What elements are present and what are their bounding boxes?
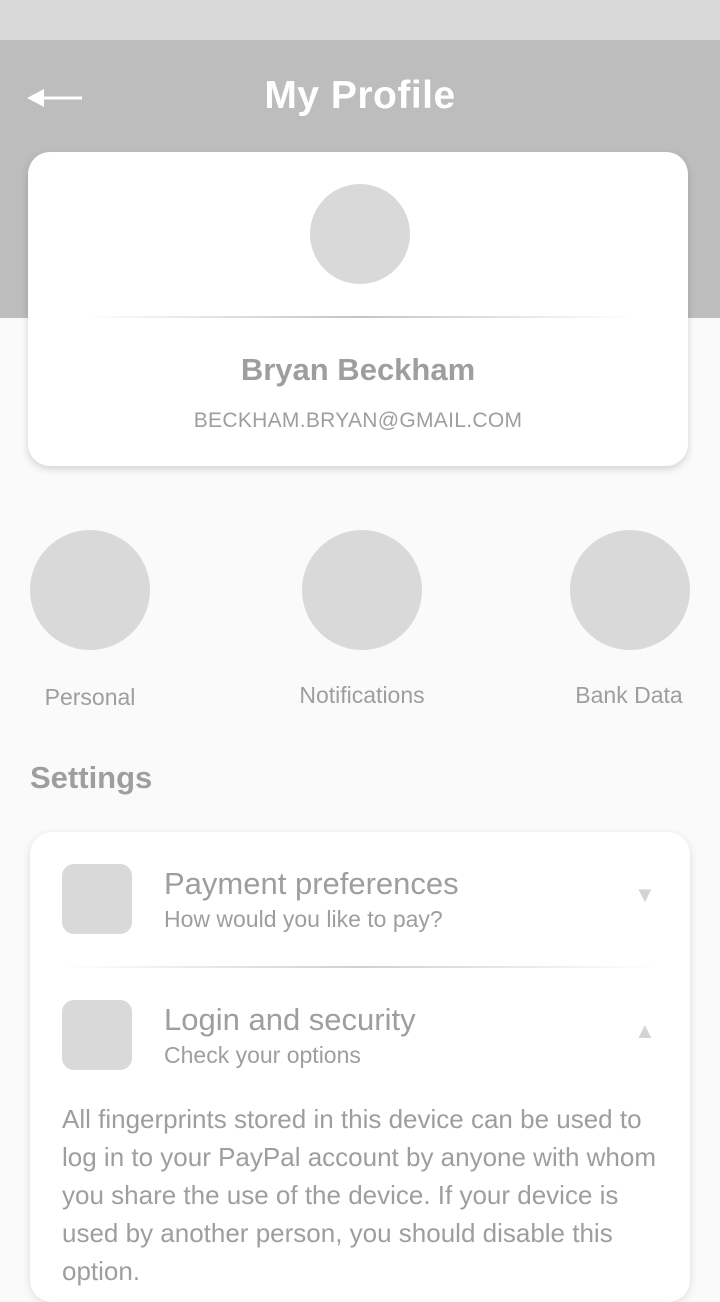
avatar[interactable] <box>310 184 410 284</box>
login-security-title: Login and security <box>164 1002 416 1037</box>
login-security-subtitle: Check your options <box>164 1042 361 1068</box>
settings-card: Payment preferences How would you like t… <box>30 832 690 1302</box>
security-description: All fingerprints stored in this device c… <box>62 1104 657 1286</box>
notifications-label: Notifications <box>299 682 425 708</box>
page-title: My Profile <box>264 74 456 117</box>
payment-preferences-title: Payment preferences <box>164 866 459 901</box>
payment-preferences-row[interactable]: Payment preferences How would you like t… <box>30 864 690 960</box>
chevron-up-icon[interactable]: ▲ <box>634 1018 656 1044</box>
bank-data-button[interactable] <box>570 530 690 650</box>
profile-name: Bryan Beckham <box>240 352 476 387</box>
personal-button[interactable] <box>30 530 150 650</box>
payment-preferences-icon <box>62 864 132 934</box>
status-bar <box>0 0 720 40</box>
profile-card: Bryan Beckham BECKHAM.BRYAN@GMAIL.COM <box>28 152 688 466</box>
personal-label: Personal <box>44 684 136 710</box>
settings-heading: Settings <box>30 760 153 795</box>
chevron-down-icon[interactable]: ▼ <box>634 882 656 908</box>
profile-email: BECKHAM.BRYAN@GMAIL.COM <box>193 409 523 432</box>
login-security-row[interactable]: Login and security Check your options ▲ <box>30 1000 690 1096</box>
bank-data-label: Bank Data <box>575 682 683 708</box>
payment-preferences-subtitle: How would you like to pay? <box>164 906 443 932</box>
login-security-icon <box>62 1000 132 1070</box>
notifications-button[interactable] <box>302 530 422 650</box>
settings-divider <box>62 966 658 968</box>
profile-divider <box>83 316 633 318</box>
